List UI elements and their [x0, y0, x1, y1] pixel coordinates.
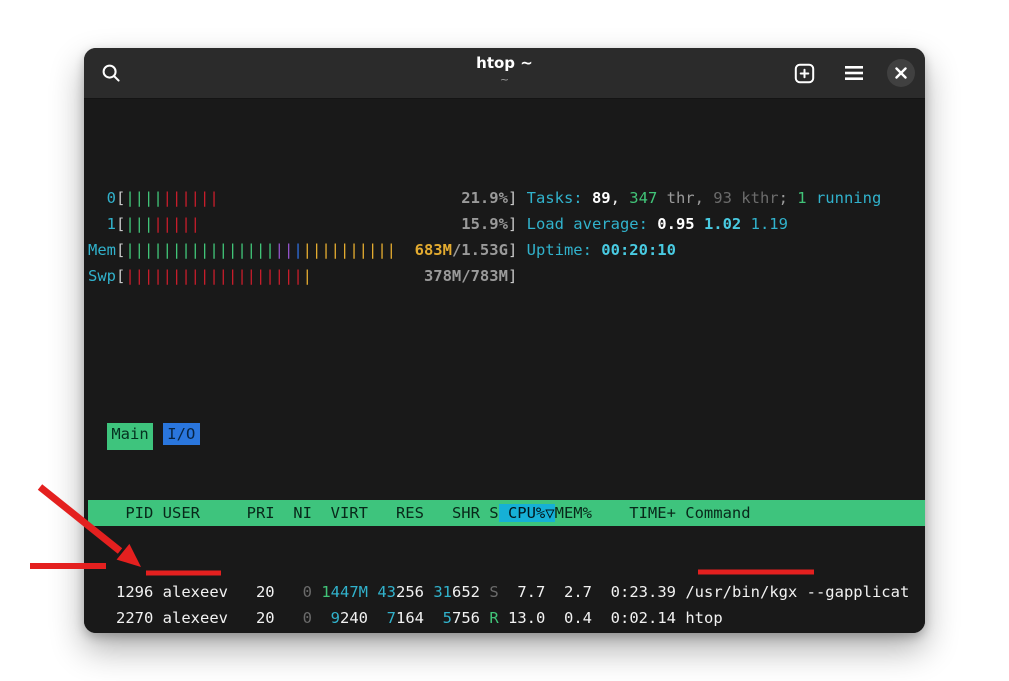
memory-meter: Mem[|||||||||||||||||||||||||||||683M/1.… — [88, 237, 925, 263]
stats-line-0: Tasks: 89, 347 thr, 93 kthr; 1 running — [527, 189, 882, 207]
tab-io[interactable]: I/O — [163, 423, 200, 445]
meters-and-stats: 0[||||||||||21.9%] Tasks: 89, 347 thr, 9… — [88, 185, 925, 290]
cpu-1-bar: ||||||||15.9% — [125, 211, 508, 237]
cpu-0-meter: 0[||||||||||21.9%] Tasks: 89, 347 thr, 9… — [88, 185, 925, 211]
new-tab-icon — [794, 63, 815, 84]
process-table: 1296 alexeev 20 0 1447M 43256 31652 S 7.… — [88, 579, 925, 633]
close-icon — [895, 67, 907, 79]
cpu-1-meter: 1[||||||||15.9%] Load average: 0.95 1.02… — [88, 211, 925, 237]
swap-meter: Swp[||||||||||||||||||||378M/783M] — [88, 263, 925, 289]
new-tab-button[interactable] — [787, 56, 821, 90]
process-row-pid-1296[interactable]: 1296 alexeev 20 0 1447M 43256 31652 S 7.… — [88, 579, 925, 605]
stats-line-1: Load average: 0.95 1.02 1.19 — [527, 215, 788, 233]
cpu-0-label: 0 — [88, 189, 116, 207]
search-button[interactable] — [94, 56, 128, 90]
screenshot-root: { "window": { "title": "htop ~", "subtit… — [0, 0, 1009, 681]
process-row-pid-2270[interactable]: 2270 alexeev 20 0 9240 7164 5756 R 13.0 … — [88, 605, 925, 631]
cpu-0-bar: ||||||||||21.9% — [125, 185, 508, 211]
swap-label: Swp — [88, 267, 116, 285]
cpu-1-label: 1 — [88, 215, 116, 233]
cpu-1-value: 15.9% — [461, 211, 508, 237]
process-table-header[interactable]: PID USER PRI NI VIRT RES SHR S CPU%▽MEM%… — [88, 500, 925, 526]
search-icon — [101, 63, 121, 83]
tab-main[interactable]: Main — [107, 423, 154, 445]
hamburger-menu-icon — [845, 66, 863, 80]
close-button[interactable] — [887, 59, 915, 87]
stats-line-2: Uptime: 00:20:10 — [527, 241, 676, 259]
terminal-window: htop ~ ~ — [84, 48, 925, 633]
cpu-0-value: 21.9% — [461, 185, 508, 211]
swap-bar: ||||||||||||||||||||378M/783M — [125, 263, 508, 289]
screen-tabs: Main I/O — [88, 421, 925, 447]
memory-bar: |||||||||||||||||||||||||||||683M/1.53G — [125, 237, 508, 263]
process-row-pid-1005[interactable]: 1005 alexeev 20 0 3695M 92236 46592 S 2.… — [88, 632, 925, 633]
blank-line — [88, 342, 925, 368]
titlebar: htop ~ ~ — [84, 48, 925, 99]
swap-value: 378M/783M — [424, 263, 508, 289]
memory-value: 683M/1.53G — [415, 237, 508, 263]
titlebar-actions — [787, 48, 915, 98]
htop-screen: 0[||||||||||21.9%] Tasks: 89, 347 thr, 9… — [84, 99, 925, 633]
memory-label: Mem — [88, 241, 116, 259]
menu-button[interactable] — [837, 56, 871, 90]
